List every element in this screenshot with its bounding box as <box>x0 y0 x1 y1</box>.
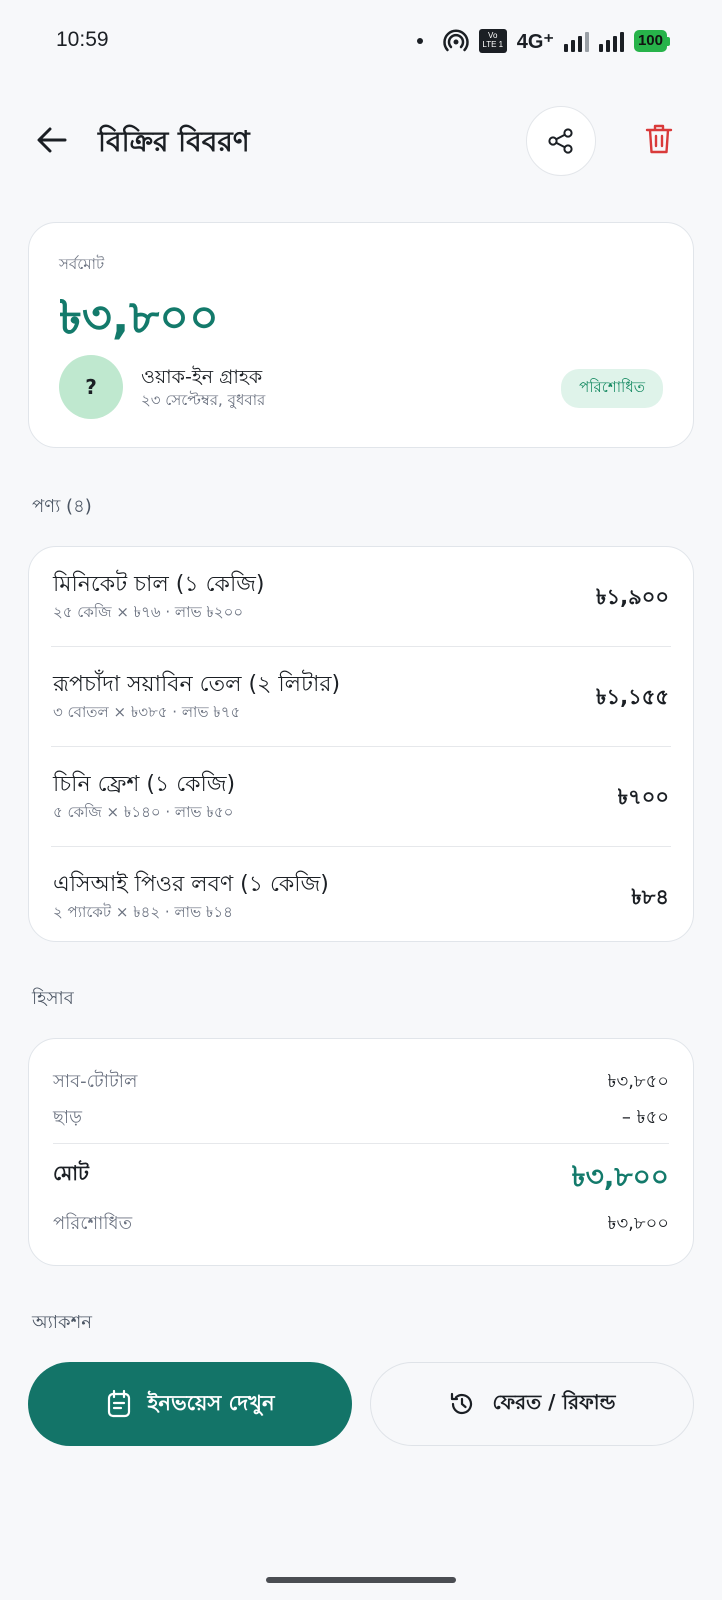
arrow-left-icon <box>37 127 67 153</box>
delete-button[interactable] <box>636 116 682 162</box>
refund-button[interactable]: ফেরত / রিফান্ড <box>370 1362 694 1446</box>
invoice-icon <box>107 1389 130 1418</box>
share-button[interactable] <box>526 106 596 176</box>
product-meta: ৩ বোতল × ৳৩৮৫ · লাভ ৳৭৫ <box>53 703 241 721</box>
accounts-section-label: হিসাব <box>32 988 74 1009</box>
trash-icon <box>645 124 673 154</box>
subtotal-label: সাব-টোটাল <box>53 1071 138 1092</box>
product-name: এসিআই পিওর লবণ (১ কেজি) <box>53 872 329 897</box>
view-invoice-label: ইনভয়েস দেখুন <box>147 1390 275 1415</box>
paid-value: ৳৩,৮০০ <box>607 1213 669 1234</box>
discount-value: – ৳৫০ <box>621 1107 669 1128</box>
hotspot-icon <box>442 28 469 54</box>
refund-label: ফেরত / রিফান্ড <box>492 1389 616 1414</box>
status-icons: Vo LTE 1 4G⁺ 100 <box>416 26 670 56</box>
total-label: সর্বমোট <box>59 255 105 273</box>
product-meta: ২৫ কেজি × ৳৭৬ · লাভ ৳২০০ <box>53 603 244 621</box>
volte-icon: Vo LTE 1 <box>478 29 507 53</box>
actions-section-label: অ্যাকশন <box>32 1312 93 1333</box>
back-button[interactable] <box>30 118 74 162</box>
product-meta: ৫ কেজি × ৳১৪০ · লাভ ৳৫০ <box>53 803 234 821</box>
grand-total-label: মোট <box>53 1161 89 1185</box>
divider <box>53 1143 669 1144</box>
accounts-card: সাব-টোটাল ৳৩,৮৫০ ছাড় – ৳৫০ মোট ৳৩,৮০০ প… <box>28 1038 694 1266</box>
products-card: মিনিকেট চাল (১ কেজি) ২৫ কেজি × ৳৭৬ · লাভ… <box>28 546 694 942</box>
product-name: রূপচাঁদা সয়াবিন তেল (২ লিটার) <box>53 672 341 697</box>
list-item[interactable]: রূপচাঁদা সয়াবিন তেল (২ লিটার) ৩ বোতল × … <box>51 647 671 747</box>
products-section-label: পণ্য (৪) <box>32 496 92 517</box>
list-item[interactable]: এসিআই পিওর লবণ (১ কেজি) ২ প্যাকেট × ৳৪২ … <box>51 847 671 947</box>
total-amount: ৳৩,৮০০ <box>59 290 219 344</box>
product-price: ৳১,১৫৫ <box>596 685 669 709</box>
summary-card: সর্বমোট ৳৩,৮০০ ? ওয়াক-ইন গ্রাহক ২৩ সেপ্… <box>28 222 694 448</box>
signal-icon-1 <box>563 30 589 52</box>
product-name: মিনিকেট চাল (১ কেজি) <box>53 572 265 597</box>
notification-dot-icon <box>416 38 423 44</box>
battery-level: 100 <box>633 30 667 52</box>
status-badge: পরিশোধিত <box>561 369 663 408</box>
status-time: 10:59 <box>56 28 109 51</box>
page-title: বিক্রির বিবরণ <box>98 125 250 158</box>
subtotal-value: ৳৩,৮৫০ <box>607 1071 669 1092</box>
paid-label: পরিশোধিত <box>53 1213 133 1234</box>
list-item[interactable]: মিনিকেট চাল (১ কেজি) ২৫ কেজি × ৳৭৬ · লাভ… <box>51 547 671 647</box>
status-bar: 10:59 Vo LTE 1 4G⁺ 100 <box>0 0 722 84</box>
product-name: চিনি ফ্রেশ (১ কেজি) <box>53 772 236 797</box>
home-indicator[interactable] <box>266 1577 456 1583</box>
product-meta: ২ প্যাকেট × ৳৪২ · লাভ ৳১৪ <box>53 903 233 921</box>
list-item[interactable]: চিনি ফ্রেশ (১ কেজি) ৫ কেজি × ৳১৪০ · লাভ … <box>51 747 671 847</box>
sale-date: ২৩ সেপ্টেম্বর, বুধবার <box>141 391 266 409</box>
history-icon <box>451 1392 473 1415</box>
battery-icon: 100 <box>633 30 670 52</box>
signal-icon-2 <box>598 30 624 52</box>
grand-total-value: ৳৩,৮০০ <box>571 1160 669 1193</box>
product-price: ৳৮৪ <box>631 885 669 909</box>
product-price: ৳৭০০ <box>617 785 669 809</box>
discount-label: ছাড় <box>53 1107 82 1128</box>
product-price: ৳১,৯০০ <box>596 585 669 609</box>
avatar: ? <box>59 355 123 419</box>
view-invoice-button[interactable]: ইনভয়েস দেখুন <box>28 1362 352 1446</box>
app-header: বিক্রির বিবরণ <box>0 104 722 176</box>
network-type: 4G⁺ <box>516 30 554 53</box>
share-icon <box>548 128 573 154</box>
